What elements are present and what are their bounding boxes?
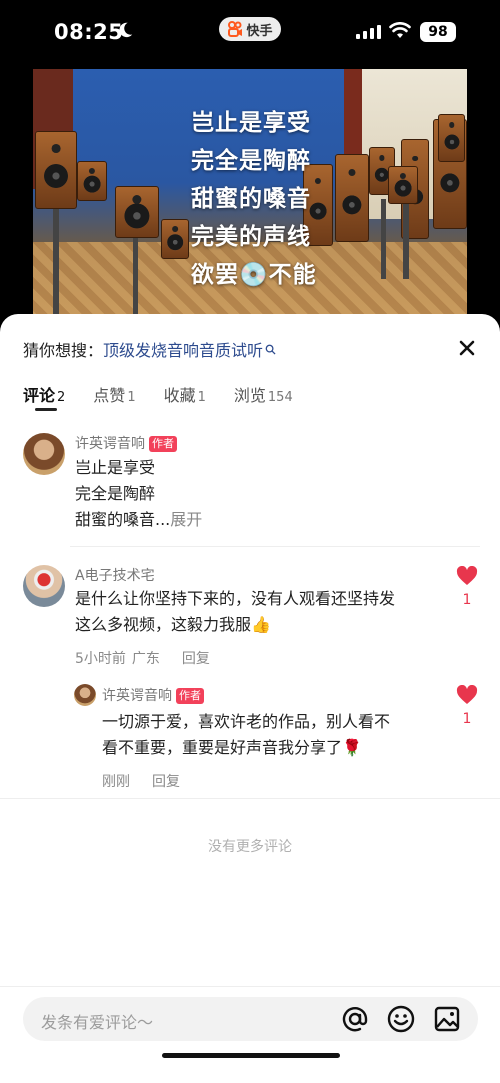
comment-input-bar: 发条有爱评论～ bbox=[0, 986, 500, 1083]
heart-icon[interactable] bbox=[456, 685, 478, 705]
close-icon[interactable] bbox=[456, 337, 478, 359]
comment-username[interactable]: 许英谔音响 作者 bbox=[75, 433, 177, 453]
emoji-icon[interactable] bbox=[387, 1005, 415, 1033]
speaker-stand bbox=[133, 229, 138, 319]
speaker-icon bbox=[115, 186, 159, 238]
author-badge: 作者 bbox=[149, 436, 177, 452]
speaker-stand bbox=[381, 199, 386, 279]
comment-time: 5小时前 广东 bbox=[75, 651, 160, 667]
battery-indicator: 98 bbox=[420, 22, 456, 42]
video-caption: 岂止是享受 完全是陶醉 甜蜜的嗓音 完美的声线 欲罢💿不能 bbox=[191, 104, 317, 294]
status-time: 08:25 bbox=[54, 20, 124, 44]
speaker-icon bbox=[161, 219, 189, 259]
divider bbox=[70, 546, 480, 547]
guess-search[interactable]: 猜你想搜：顶级发烧音响音质试听 bbox=[23, 337, 276, 361]
divider bbox=[0, 798, 500, 799]
avatar[interactable] bbox=[23, 433, 65, 475]
wifi-icon bbox=[389, 22, 411, 38]
comment-meta: 刚刚 回复 bbox=[102, 771, 202, 791]
comment-meta: 5小时前 广东 回复 bbox=[75, 648, 232, 668]
kuaishou-logo-icon bbox=[228, 21, 243, 37]
comment-time: 刚刚 bbox=[102, 774, 130, 790]
comment-input-placeholder: 发条有爱评论～ bbox=[41, 1013, 154, 1032]
caption-line: 完美的声线 bbox=[191, 224, 311, 250]
tab-likes[interactable]: 点赞 1 bbox=[93, 382, 135, 406]
heart-icon[interactable] bbox=[456, 566, 478, 586]
expand-link[interactable]: 展开 bbox=[170, 510, 202, 529]
image-icon[interactable] bbox=[433, 1005, 461, 1033]
comment-sheet: 猜你想搜：顶级发烧音响音质试听 评论 2 点赞 1 收藏 1 浏览 154 许英谔音响作… bbox=[0, 314, 500, 1083]
search-icon bbox=[265, 344, 276, 355]
speaker-icon bbox=[438, 114, 465, 162]
comment-username[interactable]: A电子技术宅 bbox=[75, 565, 155, 585]
speaker-stand bbox=[403, 204, 409, 279]
speaker-icon bbox=[388, 166, 418, 204]
caption-line: 甜蜜的嗓音 bbox=[191, 186, 311, 212]
guess-query-link[interactable]: 顶级发烧音响音质试听 bbox=[103, 341, 263, 360]
at-icon[interactable] bbox=[341, 1005, 369, 1033]
tab-favorites[interactable]: 收藏 1 bbox=[164, 382, 206, 406]
caption-line: 岂止是享受 bbox=[191, 110, 311, 136]
tab-views[interactable]: 浏览 154 bbox=[234, 382, 293, 406]
comment-text[interactable]: 一切源于爱，喜欢许老的作品，别人看不 看不重要，重要是好声音我分享了🌹 bbox=[102, 709, 390, 761]
comment-input[interactable]: 发条有爱评论～ bbox=[23, 997, 478, 1041]
comment-text[interactable]: 岂止是享受 完全是陶醉 甜蜜的嗓音...展开 bbox=[75, 455, 202, 533]
cellular-signal-icon bbox=[356, 25, 381, 39]
reply-button[interactable]: 回复 bbox=[152, 774, 180, 790]
like-count: 1 bbox=[462, 592, 472, 608]
video-frame[interactable]: 岂止是享受 完全是陶醉 甜蜜的嗓音 完美的声线 欲罢💿不能 bbox=[33, 69, 467, 322]
like-count: 1 bbox=[462, 711, 472, 727]
video-player[interactable]: 岂止是享受 完全是陶醉 甜蜜的嗓音 完美的声线 欲罢💿不能 bbox=[0, 62, 500, 322]
home-indicator[interactable] bbox=[162, 1053, 340, 1058]
caption-line: 欲罢💿不能 bbox=[191, 262, 317, 288]
author-badge: 作者 bbox=[176, 688, 204, 704]
guess-prefix: 猜你想搜： bbox=[23, 341, 104, 360]
caption-line: 完全是陶醉 bbox=[191, 148, 311, 174]
app-badge-label: 快手 bbox=[246, 23, 273, 39]
status-bar: 08:25 快手 98 bbox=[0, 0, 500, 62]
app-badge[interactable]: 快手 bbox=[219, 17, 281, 41]
speaker-stand bbox=[53, 209, 59, 319]
tab-comments[interactable]: 评论 2 bbox=[23, 382, 65, 406]
comment-tabs: 评论 2 点赞 1 收藏 1 浏览 154 bbox=[23, 382, 321, 406]
reply-button[interactable]: 回复 bbox=[182, 651, 210, 667]
tab-active-indicator bbox=[35, 408, 57, 411]
comment-text[interactable]: 是什么让你坚持下来的，没有人观看还坚持发 这么多视频，这毅力我服👍 bbox=[75, 586, 395, 638]
avatar[interactable] bbox=[74, 684, 96, 706]
speaker-icon bbox=[77, 161, 107, 201]
comment-username[interactable]: 许英谔音响 作者 bbox=[102, 685, 204, 705]
avatar[interactable] bbox=[23, 565, 65, 607]
moon-icon bbox=[119, 22, 133, 38]
speaker-icon bbox=[35, 131, 77, 209]
no-more-comments: 没有更多评论 bbox=[208, 839, 292, 855]
speaker-icon bbox=[335, 154, 369, 242]
